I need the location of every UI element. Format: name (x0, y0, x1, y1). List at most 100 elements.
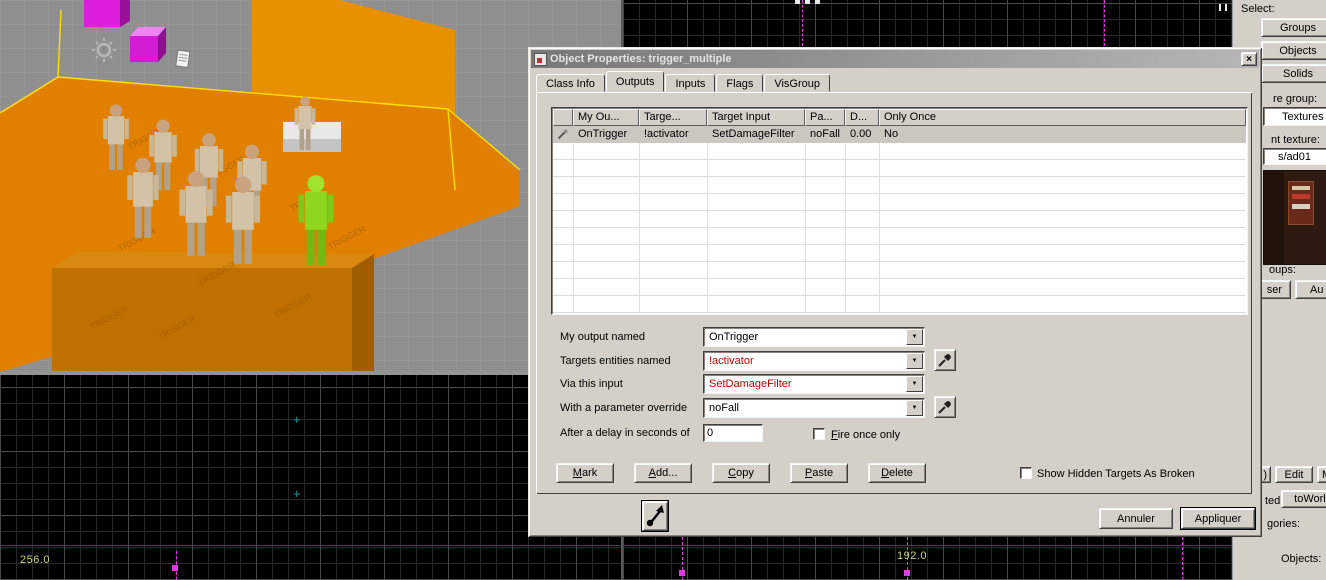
outputs-list[interactable]: My Ou... Targe... Target Input Pa... D..… (551, 107, 1248, 315)
selection-handle[interactable] (815, 0, 820, 4)
target-entities-value: !activator (709, 355, 754, 367)
tab-inputs[interactable]: Inputs (665, 74, 716, 92)
output-row[interactable]: OnTrigger !activator SetDamageFilter noF… (553, 126, 1246, 143)
selection-marker[interactable] (1104, 0, 1105, 46)
show-hidden-checkbox[interactable] (1020, 467, 1032, 479)
pick-param-button[interactable] (934, 396, 956, 418)
selection-marker[interactable] (802, 0, 803, 46)
mark-sidebar-button[interactable]: M (1317, 466, 1326, 483)
cell-delay: 0.00 (850, 128, 872, 140)
crosshair-marker: + (293, 412, 301, 427)
column-header-only-once[interactable]: Only Once (879, 109, 1246, 126)
eyedropper-icon (938, 401, 951, 414)
white-box[interactable] (283, 122, 341, 152)
param-dropdown-button[interactable]: ▼ (906, 400, 923, 416)
via-input-combo[interactable]: SetDamageFilter ▼ (703, 374, 925, 394)
dimension-label: 256.0 (20, 554, 51, 566)
scrollbar-tick (1225, 4, 1227, 11)
select-objects-button[interactable]: Objects (1261, 41, 1326, 60)
texture-group-label: re group: (1273, 93, 1318, 105)
select-solids-button[interactable]: Solids (1261, 64, 1326, 83)
grid-origin-line (623, 545, 1232, 546)
groups-label: oups: (1269, 264, 1296, 276)
column-header-target[interactable]: Targe... (639, 109, 707, 126)
chevron-down-icon: ▼ (911, 334, 918, 340)
categories-label: gories: (1267, 518, 1301, 530)
dialog-title: Object Properties: trigger_multiple (550, 53, 732, 65)
chevron-down-icon: ▼ (911, 405, 918, 411)
target-entities-combo[interactable]: !activator ▼ (703, 351, 925, 371)
delay-input[interactable] (703, 424, 763, 442)
scrollbar-tick (1219, 4, 1221, 11)
chevron-down-icon: ▼ (911, 381, 918, 387)
selection-handle[interactable] (172, 565, 178, 571)
magenta-cube[interactable] (130, 27, 166, 62)
texture-preview[interactable]: 5 (1263, 170, 1326, 265)
mark-button[interactable]: Mark (556, 463, 614, 483)
show-hidden-label: Show Hidden Targets As Broken (1037, 468, 1195, 480)
diagonal-arrow-icon (646, 505, 664, 527)
selection-marker[interactable] (1182, 537, 1183, 580)
clipboard-entity[interactable] (175, 49, 191, 69)
paste-button[interactable]: Paste (790, 463, 848, 483)
tab-outputs[interactable]: Outputs (605, 71, 665, 92)
via-input-dropdown-button[interactable]: ▼ (906, 376, 923, 392)
select-groups-button[interactable]: Groups (1261, 18, 1326, 37)
add-button[interactable]: Add... (634, 463, 692, 483)
column-header-target-input[interactable]: Target Input (707, 109, 805, 126)
magenta-cube[interactable] (84, 0, 130, 27)
via-input-label: Via this input (560, 378, 623, 390)
target-dropdown-button[interactable]: ▼ (906, 353, 923, 369)
pick-entity-button[interactable] (934, 349, 956, 371)
toworld-button[interactable]: toWorld (1281, 490, 1326, 508)
tab-visgroup[interactable]: VisGroup (764, 74, 830, 92)
via-input-value: SetDamageFilter (709, 378, 792, 390)
column-header-param[interactable]: Pa... (805, 109, 845, 126)
cell-only-once: No (884, 128, 899, 140)
param-override-combo[interactable]: noFall ▼ (703, 398, 925, 418)
column-header-my-output[interactable]: My Ou... (573, 109, 639, 126)
my-output-dropdown-button[interactable]: ▼ (906, 329, 923, 345)
hammer-editor-window: TRIGGER TRIGGER TRIGGER TRIGGER TRIGGER … (0, 0, 1326, 580)
apply-button[interactable]: Appliquer (1180, 507, 1256, 530)
column-header-icon[interactable] (553, 109, 573, 126)
edit-button[interactable]: Edit (1275, 466, 1313, 483)
delete-button[interactable]: Delete (868, 463, 926, 483)
cell-param: noFall (810, 128, 840, 140)
texture-poster (1288, 181, 1314, 225)
outputs-list-body[interactable]: OnTrigger !activator SetDamageFilter noF… (553, 126, 1246, 313)
close-icon: × (1246, 53, 1252, 65)
chevron-down-icon: ▼ (911, 358, 918, 364)
grid-origin-line (0, 545, 621, 546)
dialog-icon (534, 52, 547, 66)
tab-class-info[interactable]: Class Info (536, 74, 605, 92)
crosshair-marker: + (293, 486, 301, 501)
texture-preview-shade (1264, 171, 1284, 264)
texture-group-value: Textures (1282, 111, 1324, 123)
column-header-delay[interactable]: D... (845, 109, 879, 126)
select-label: Select: (1241, 3, 1275, 15)
fire-once-checkbox[interactable] (813, 428, 825, 440)
eyedropper-icon (938, 354, 951, 367)
close-button[interactable]: × (1241, 52, 1257, 66)
dimension-label: 192.0 (897, 550, 928, 562)
selection-handle[interactable] (795, 0, 800, 4)
my-output-combo[interactable]: OnTrigger ▼ (703, 327, 925, 347)
selection-handle[interactable] (805, 0, 810, 4)
tab-flags[interactable]: Flags (716, 74, 764, 92)
fire-once-label: Fire once only (831, 429, 901, 441)
selection-handle[interactable] (679, 570, 685, 576)
auto-button[interactable]: Au (1295, 280, 1326, 299)
current-texture-field[interactable]: s/ad01 (1263, 148, 1326, 165)
outputs-list-header: My Ou... Targe... Target Input Pa... D..… (553, 109, 1246, 126)
toggle-size-button[interactable] (641, 500, 669, 532)
copy-button[interactable]: Copy (712, 463, 770, 483)
param-override-label: With a parameter override (560, 402, 688, 414)
object-properties-dialog: Object Properties: trigger_multiple × Cl… (528, 47, 1262, 537)
texture-group-combo[interactable]: Textures (1263, 107, 1326, 126)
dialog-titlebar[interactable]: Object Properties: trigger_multiple × (531, 50, 1259, 68)
output-row-icon (557, 129, 568, 140)
param-override-value: noFall (709, 402, 739, 414)
selection-handle[interactable] (904, 570, 910, 576)
cancel-button[interactable]: Annuler (1099, 508, 1173, 529)
